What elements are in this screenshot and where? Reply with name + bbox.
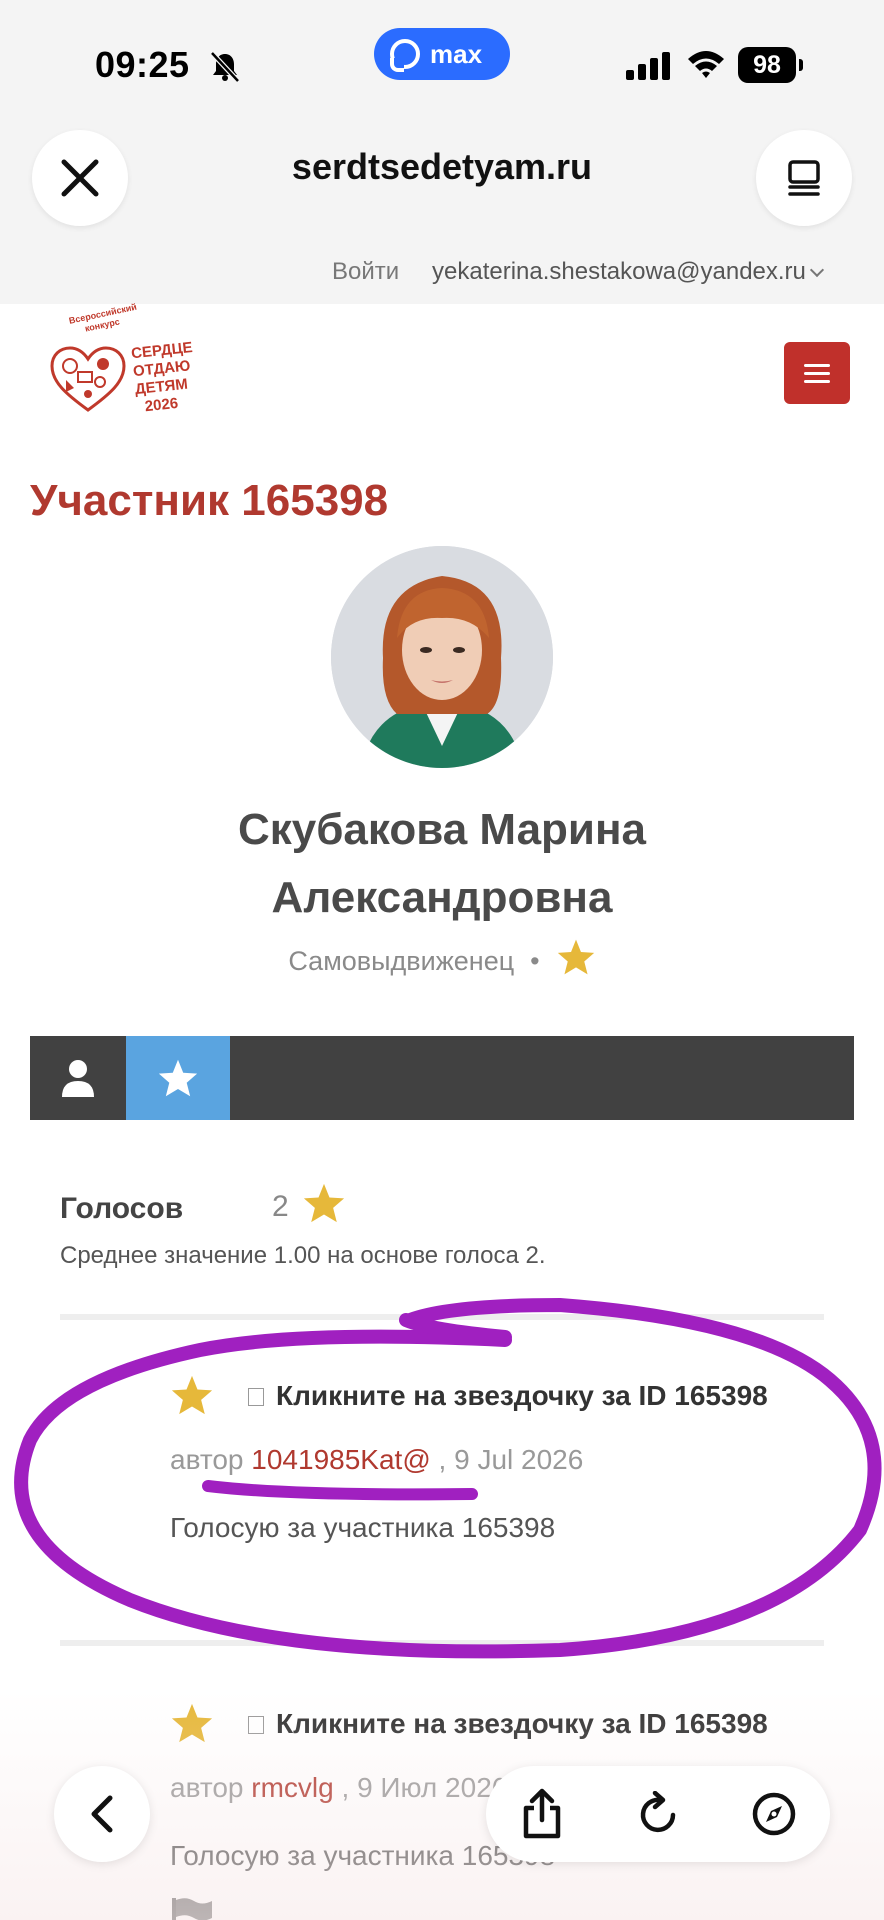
entry-title: Кликните на звездочку за ID 165398 — [276, 1708, 768, 1739]
author-prefix: автор — [170, 1772, 244, 1803]
entry-date: , 9 Июл 2026 — [341, 1772, 508, 1803]
browser-header: serdtsedetyam.ru Войти yekaterina.shesta… — [0, 120, 884, 304]
menu-bar — [804, 379, 830, 383]
reload-button[interactable] — [632, 1788, 684, 1840]
account-email: yekaterina.shestakowa@yandex.ru — [432, 258, 806, 285]
cellular-signal-icon — [626, 52, 670, 80]
star-icon — [303, 1183, 345, 1223]
page-title: Участник 165398 — [30, 476, 389, 525]
site-logo[interactable]: Всероссийский конкурс СЕРДЦЕ ОТДАЮ ДЕТЯМ… — [44, 302, 214, 418]
author-link[interactable]: rmcvlg — [251, 1772, 333, 1803]
browser-actions-bar — [486, 1766, 830, 1862]
share-button[interactable] — [516, 1788, 568, 1840]
entry-date: , 9 Jul 2026 — [438, 1444, 584, 1475]
star-icon[interactable] — [170, 1702, 214, 1744]
star-icon — [158, 1059, 198, 1097]
checkbox-icon[interactable] — [248, 1716, 264, 1734]
author-prefix: автор — [170, 1444, 244, 1475]
reader-mode-icon — [788, 160, 820, 196]
browser-open-button[interactable] — [748, 1788, 800, 1840]
tab-votes[interactable] — [126, 1036, 230, 1120]
share-icon — [523, 1788, 561, 1839]
user-icon — [62, 1060, 94, 1097]
menu-bar — [804, 371, 830, 375]
entry-title: Кликните на звездочку за ID 165398 — [276, 1380, 768, 1411]
chevron-left-icon — [91, 1795, 113, 1833]
hamburger-menu-button[interactable] — [784, 342, 850, 404]
reader-mode-button[interactable] — [756, 130, 852, 226]
name-line-1: Скубакова Марина — [237, 805, 647, 854]
author-link[interactable]: 1041985Kat@ — [251, 1444, 430, 1475]
participant-name: Скубакова Марина Александровна — [0, 796, 884, 932]
name-line-2: Александровна — [271, 873, 613, 922]
checkbox-icon[interactable] — [248, 1388, 264, 1406]
battery-indicator: 98 — [738, 47, 803, 83]
logo-title: СЕРДЦЕ ОТДАЮ ДЕТЯМ 2026 — [130, 338, 194, 416]
portrait-photo — [331, 546, 553, 768]
tab-profile[interactable] — [30, 1036, 126, 1120]
entry-text: Голосую за участника 165398 — [170, 1512, 556, 1543]
participant-meta: Самовыдвиженец • — [0, 938, 884, 977]
menu-bar — [804, 363, 830, 367]
logo-tagline: Всероссийский конкурс — [68, 301, 138, 334]
compass-icon — [752, 1792, 796, 1836]
participant-avatar — [331, 546, 553, 768]
divider — [60, 1314, 824, 1320]
wifi-icon — [688, 51, 724, 78]
nomination-label: Самовыдвиженец — [288, 946, 515, 976]
page-url[interactable]: serdtsedetyam.ru — [0, 146, 884, 188]
flag-icon[interactable] — [170, 1896, 214, 1920]
account-dropdown[interactable]: yekaterina.shestakowa@yandex.ru — [432, 258, 824, 286]
status-time: 09:25 — [95, 44, 190, 85]
reload-icon — [640, 1791, 676, 1833]
max-app-pill[interactable]: max — [374, 28, 510, 80]
hand-drawn-circle-annotation — [14, 1298, 882, 1659]
max-logo-icon — [390, 39, 420, 72]
star-icon — [557, 939, 594, 975]
votes-label: Голосов — [60, 1192, 184, 1225]
status-bar: 09:25 max 98 — [0, 0, 884, 120]
login-link[interactable]: Войти — [332, 258, 399, 286]
chevron-down-icon — [809, 262, 824, 278]
entry-meta: автор 1041985Kat@ , 9 Jul 2026 — [170, 1444, 583, 1476]
bell-muted-icon — [210, 51, 240, 83]
max-pill-label: max — [430, 38, 483, 69]
votes-average: Среднее значение 1.00 на основе голоса 2… — [60, 1242, 546, 1269]
divider — [60, 1640, 824, 1646]
heart-logo-icon — [50, 346, 126, 412]
separator-dot: • — [530, 946, 540, 976]
star-icon[interactable] — [170, 1374, 214, 1416]
back-button[interactable] — [54, 1766, 150, 1862]
entry-meta: автор rmcvlg , 9 Июл 2026 — [170, 1772, 507, 1804]
votes-count: 2 — [272, 1190, 289, 1223]
profile-tab-bar — [30, 1036, 854, 1120]
